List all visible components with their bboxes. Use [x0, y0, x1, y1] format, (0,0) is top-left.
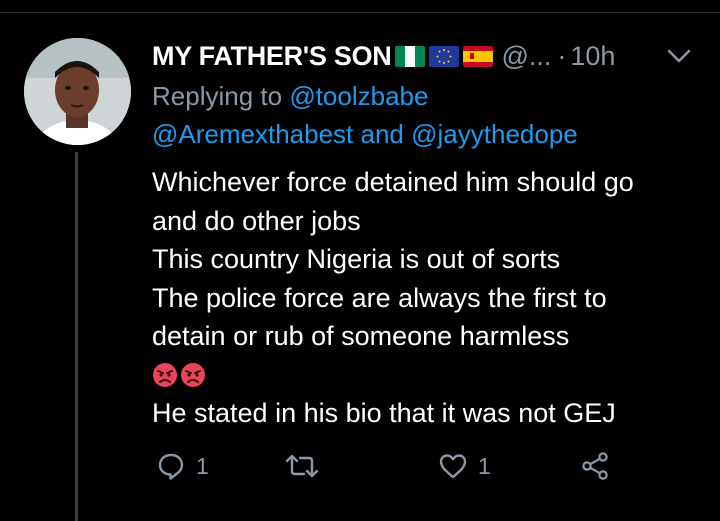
- avatar[interactable]: [24, 38, 131, 145]
- share-button[interactable]: [580, 451, 610, 481]
- retweet-icon: [285, 454, 319, 478]
- angry-face-icon: [153, 362, 177, 387]
- tweet-text-line: This country Nigeria is out of sorts: [152, 244, 561, 274]
- mention-link[interactable]: @toolzbabe: [289, 81, 428, 111]
- display-name[interactable]: MY FATHER'S SON: [152, 41, 392, 72]
- angry-face-icon: [181, 362, 205, 387]
- top-divider: [0, 12, 720, 13]
- mention-link[interactable]: @jayythedope: [411, 119, 578, 149]
- reply-icon: [158, 453, 184, 480]
- tweet-text-line: detain or rub of someone harmless: [152, 321, 570, 351]
- reply-count: 1: [196, 452, 209, 479]
- mention-joiner: and: [360, 119, 404, 149]
- tweet-text-line: The police force are always the first to: [152, 282, 607, 313]
- like-count: 1: [478, 452, 491, 479]
- reply-button[interactable]: 1: [156, 451, 209, 481]
- tweet-text-line: Whichever force detained him should go: [152, 167, 634, 197]
- tweet-header: MY FATHER'S SON @... · 10h: [152, 36, 615, 76]
- spain-flag-icon: [463, 45, 494, 67]
- action-bar: 1 1: [152, 451, 632, 491]
- more-options-chevron-icon[interactable]: [664, 44, 694, 68]
- separator-dot: ·: [557, 40, 567, 71]
- heart-icon: [439, 454, 467, 479]
- emoji-row: [152, 356, 712, 395]
- replying-to: Replying to @toolzbabe: [152, 81, 428, 112]
- tweet-text-line: and do other jobs: [152, 205, 361, 236]
- profile-photo: [24, 38, 131, 145]
- retweet-button[interactable]: [284, 451, 330, 481]
- nigeria-flag-icon: [395, 45, 426, 67]
- replying-to-more: @Aremexthabest and @jayythedope: [152, 119, 578, 150]
- thread-line: [75, 152, 78, 521]
- like-button[interactable]: 1: [438, 451, 491, 481]
- tweet-body: Whichever force detained him should go a…: [152, 163, 712, 433]
- replying-to-label: Replying to: [152, 81, 283, 111]
- timestamp[interactable]: 10h: [570, 41, 615, 72]
- user-handle[interactable]: @...: [501, 41, 551, 72]
- tweet-text-line: He stated in his bio that it was not GEJ: [152, 398, 616, 428]
- eu-flag-icon: [429, 45, 460, 67]
- mention-link[interactable]: @Aremexthabest: [152, 119, 353, 149]
- share-icon: [582, 452, 608, 480]
